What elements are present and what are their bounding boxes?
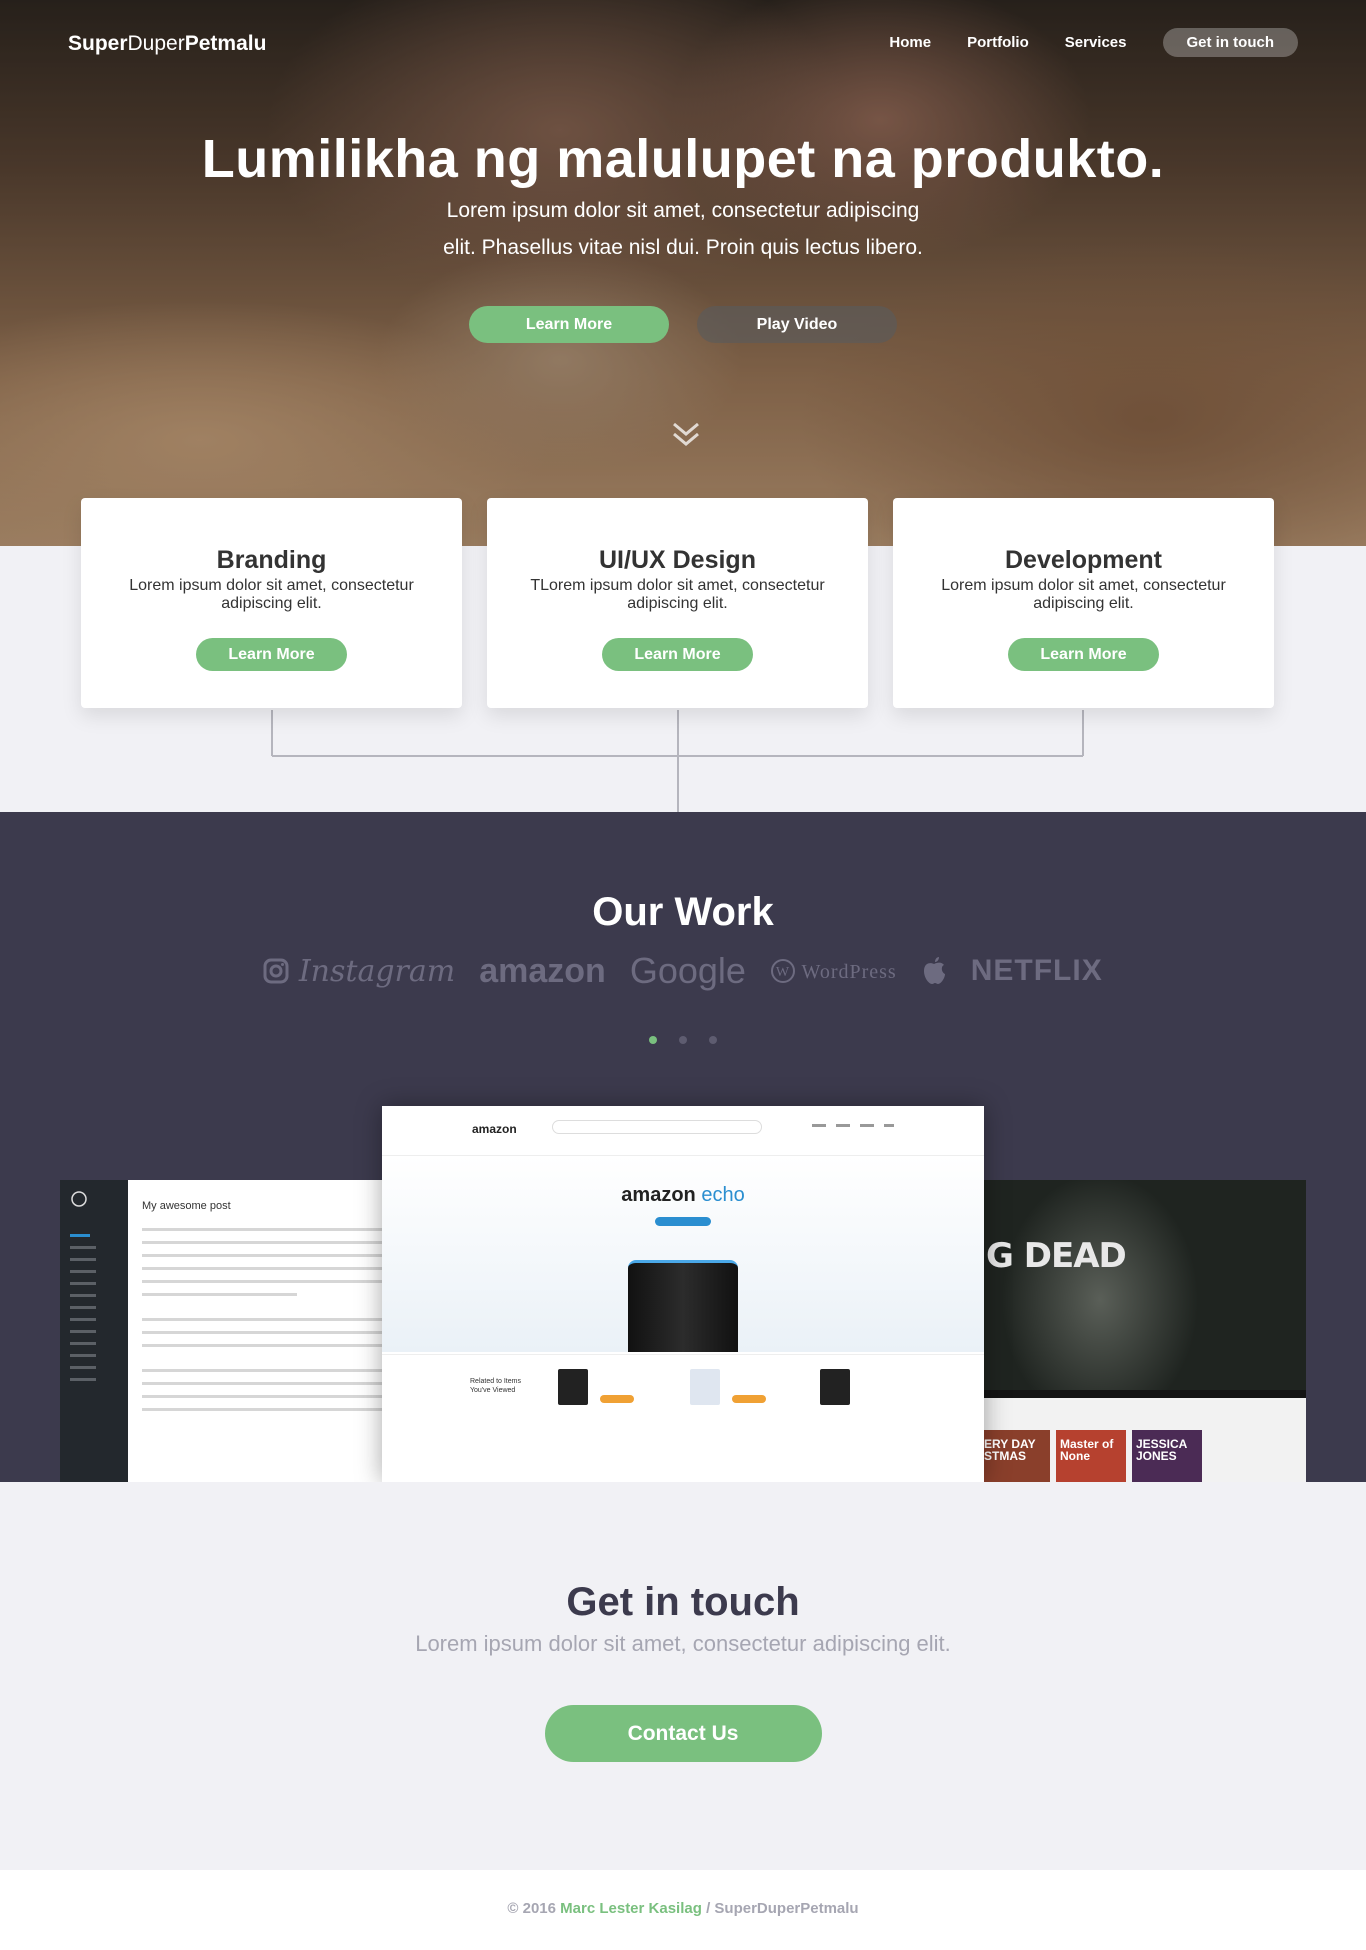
- carousel-dot[interactable]: [649, 1036, 657, 1044]
- nav-links: Home Portfolio Services Get in touch: [853, 28, 1298, 57]
- card-title: UI/UX Design: [599, 546, 756, 574]
- wordpress-wordmark: WordPress: [801, 961, 897, 983]
- wordpress-icon: W: [770, 959, 795, 983]
- wp-post-title: My awesome post: [142, 1200, 231, 1212]
- footer-site-name: / SuperDuperPetmalu: [706, 1900, 859, 1917]
- card-text: Lorem ipsum dolor sit amet, consectetur …: [941, 577, 1226, 612]
- card-text: Lorem ipsum dolor sit amet, consectetur …: [129, 577, 414, 612]
- netflix-tile: JESSICA JONES: [1132, 1430, 1202, 1482]
- wp-editor: My awesome post: [128, 1180, 400, 1482]
- card-learn-more-button[interactable]: Learn More: [196, 638, 347, 671]
- amazon-echo-title: amazon echo: [382, 1156, 984, 1207]
- card-branding: Branding Lorem ipsum dolor sit amet, con…: [81, 498, 462, 708]
- get-in-touch-section: Get in touch Lorem ipsum dolor sit amet,…: [0, 1580, 1366, 1762]
- get-in-touch-subtitle: Lorem ipsum dolor sit amet, consectetur …: [415, 1631, 951, 1656]
- netflix-logo: NETFLIX: [970, 954, 1103, 987]
- amazon-related-items: Related to Items You've Viewed: [382, 1354, 984, 1434]
- hero-subtitle: Lorem ipsum dolor sit amet, consectetur …: [443, 199, 923, 259]
- instagram-logo: Instagram: [263, 954, 455, 989]
- amazon-logo: amazon: [479, 951, 606, 990]
- netflix-tile: ERY DAY STMAS: [980, 1430, 1050, 1482]
- carousel-dot[interactable]: [679, 1036, 687, 1044]
- netflix-hero: G DEAD: [960, 1180, 1306, 1390]
- carousel-dot[interactable]: [709, 1036, 717, 1044]
- site-logo[interactable]: SuperDuperPetmalu: [68, 32, 266, 56]
- service-cards: Branding Lorem ipsum dolor sit amet, con…: [81, 498, 1274, 710]
- apple-logo-icon: [923, 957, 945, 984]
- instagram-wordmark: Instagram: [298, 953, 456, 989]
- echo-name: echo: [701, 1184, 745, 1206]
- hero-section: SuperDuperPetmalu Home Portfolio Service…: [0, 0, 1366, 546]
- product-thumbnail: [820, 1369, 850, 1405]
- echo-brand: amazon: [621, 1184, 696, 1206]
- hero-content: Lumilikha ng malulupet na produkto. Lore…: [0, 128, 1366, 343]
- echo-device-image: [628, 1260, 738, 1352]
- card-development: Development Lorem ipsum dolor sit amet, …: [893, 498, 1274, 708]
- nav-get-in-touch-button[interactable]: Get in touch: [1162, 28, 1298, 57]
- nav-link-portfolio[interactable]: Portfolio: [967, 34, 1029, 51]
- footer-author-link[interactable]: Marc Lester Kasilag: [560, 1900, 702, 1917]
- card-title: Branding: [216, 546, 327, 574]
- amazon-site-logo: amazon: [472, 1122, 517, 1136]
- portfolio-screenshot-amazon[interactable]: amazon amazon echo Related to Items You'…: [382, 1106, 984, 1482]
- carousel-dots: [0, 1036, 1366, 1044]
- card-text: TLorem ipsum dolor sit amet, consectetur…: [530, 577, 825, 612]
- logo-bold-part: Super: [68, 32, 128, 55]
- card-title: Development: [1005, 546, 1162, 574]
- google-logo: Google: [629, 950, 746, 991]
- price-tag: [732, 1395, 766, 1403]
- product-thumbnail: [690, 1369, 720, 1405]
- get-in-touch-title: Get in touch: [566, 1580, 800, 1624]
- amazon-header-links: [812, 1124, 894, 1127]
- netflix-row: ERY DAY STMAS Master of None JESSICA JON…: [960, 1398, 1306, 1482]
- hero-title: Lumilikha ng malulupet na produkto.: [201, 129, 1165, 189]
- price-tag: [600, 1395, 634, 1403]
- portfolio-screenshot-wordpress[interactable]: My awesome post: [60, 1180, 400, 1482]
- instagram-icon: [263, 958, 289, 983]
- related-items-label: Related to Items You've Viewed: [470, 1378, 521, 1394]
- logo-thin-part: Duper: [127, 32, 185, 55]
- card-connector-lines: [271, 710, 1084, 812]
- amazon-echo-banner: amazon echo: [382, 1156, 984, 1352]
- navbar: SuperDuperPetmalu Home Portfolio Service…: [0, 28, 1366, 62]
- scroll-down-chevron-icon[interactable]: [671, 420, 701, 448]
- wordpress-logo: W WordPress: [770, 958, 897, 984]
- portfolio-screenshot-netflix[interactable]: G DEAD ERY DAY STMAS Master of None JESS…: [960, 1180, 1306, 1482]
- footer: © 2016 Marc Lester Kasilag / SuperDuperP…: [0, 1870, 1366, 1950]
- netflix-show-title: G DEAD: [986, 1236, 1127, 1276]
- card-uiux-design: UI/UX Design TLorem ipsum dolor sit amet…: [487, 498, 868, 708]
- hero-buttons: Learn More Play Video: [0, 306, 1366, 343]
- amazon-learn-more-button: [655, 1217, 711, 1226]
- product-thumbnail: [558, 1369, 588, 1405]
- amazon-header: amazon: [382, 1106, 984, 1156]
- brand-logos: Instagram amazon Google W WordPress NETF…: [0, 950, 1366, 992]
- nav-link-services[interactable]: Services: [1065, 34, 1127, 51]
- amazon-search-bar: [552, 1120, 762, 1134]
- svg-text:W: W: [776, 965, 790, 980]
- our-work-title: Our Work: [592, 890, 774, 934]
- learn-more-button[interactable]: Learn More: [469, 306, 669, 343]
- footer-copyright: © 2016: [507, 1900, 556, 1917]
- play-video-button[interactable]: Play Video: [697, 306, 897, 343]
- contact-us-button[interactable]: Contact Us: [544, 1705, 822, 1762]
- wordpress-icon: [71, 1191, 87, 1207]
- card-learn-more-button[interactable]: Learn More: [602, 638, 753, 671]
- nav-link-home[interactable]: Home: [889, 34, 931, 51]
- netflix-tile: Master of None: [1056, 1430, 1126, 1482]
- card-learn-more-button[interactable]: Learn More: [1008, 638, 1159, 671]
- wp-admin-sidebar: [60, 1180, 128, 1482]
- logo-bold-part-2: Petmalu: [184, 32, 267, 55]
- our-work-section: Our Work Instagram amazon Google W WordP…: [0, 812, 1366, 1482]
